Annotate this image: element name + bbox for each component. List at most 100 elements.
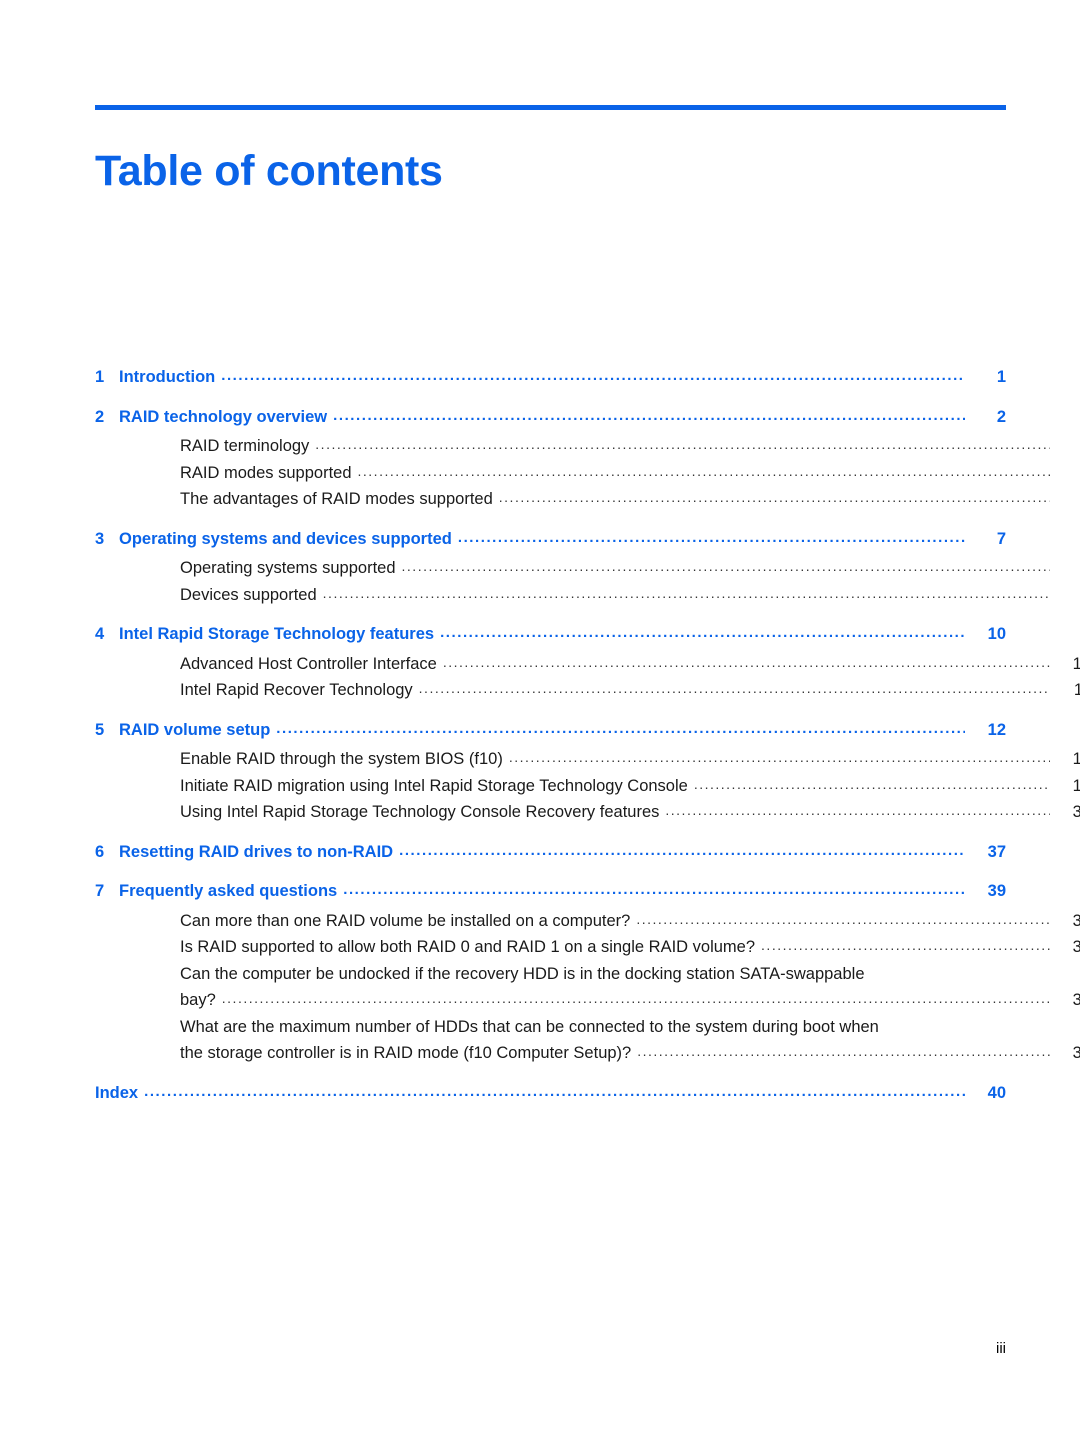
toc-leader-dots: ........................................…: [221, 991, 1050, 1005]
toc-chapter-6[interactable]: 6 Resetting RAID drives to non-RAID ....…: [95, 842, 1006, 861]
toc-section[interactable]: What are the maximum number of HDDs that…: [95, 1017, 1080, 1062]
toc-page-number: 39: [987, 882, 1006, 900]
toc-leader-dots: ........................................…: [343, 882, 965, 897]
page-folio: iii: [996, 1340, 1006, 1357]
toc-section-label: Enable RAID through the system BIOS (f10…: [180, 750, 503, 768]
toc-leader-dots: ........................................…: [399, 842, 965, 858]
toc-chapter-5[interactable]: 5 RAID volume setup ....................…: [95, 720, 1006, 739]
toc-page-number: 10: [987, 625, 1006, 643]
toc-page-number: 10: [1072, 654, 1080, 673]
toc-chapter-label: RAID volume setup: [119, 720, 271, 739]
toc-leader-dots: ........................................…: [418, 681, 1050, 695]
toc-section[interactable]: Can the computer be undocked if the reco…: [95, 964, 1080, 1009]
toc-index-label: Index: [95, 1083, 139, 1102]
toc-chapter-7[interactable]: 7 Frequently asked questions ...........…: [95, 882, 1006, 900]
toc-leader-dots: ........................................…: [498, 490, 1050, 504]
toc-page-number: 15: [1072, 776, 1080, 795]
toc-section-label: Is RAID supported to allow both RAID 0 a…: [180, 938, 756, 956]
toc-section-label-line2: the storage controller is in RAID mode (…: [180, 1044, 632, 1062]
toc-chapter-label: Introduction: [119, 368, 216, 386]
toc-section[interactable]: Advanced Host Controller Interface .....…: [95, 654, 1080, 673]
toc-page-number: 7: [1050, 560, 1080, 577]
toc-section[interactable]: Intel Rapid Recover Technology .........…: [95, 681, 1080, 699]
toc-leader-dots: ........................................…: [401, 559, 1050, 573]
toc-section-label: Intel Rapid Recover Technology: [180, 681, 413, 699]
toc-page-number: 3: [1050, 465, 1080, 482]
toc-section[interactable]: Operating systems supported ............…: [95, 559, 1080, 577]
toc-section-label: Operating systems supported: [180, 559, 396, 577]
toc-section-label: RAID terminology: [180, 437, 310, 455]
toc-page-number: 39: [1072, 1044, 1080, 1062]
toc-page-number: 34: [1072, 803, 1080, 821]
table-of-contents: 1 Introduction .........................…: [95, 368, 1080, 1102]
toc-leader-dots: ........................................…: [761, 938, 1050, 952]
toc-chapter-1[interactable]: 1 Introduction .........................…: [95, 368, 1006, 386]
toc-page-number: 1: [996, 368, 1006, 386]
toc-chapter-2[interactable]: 2 RAID technology overview .............…: [95, 407, 1006, 426]
toc-section-label: The advantages of RAID modes supported: [180, 490, 493, 508]
toc-section-label: RAID modes supported: [180, 463, 352, 482]
toc-section[interactable]: Initiate RAID migration using Intel Rapi…: [95, 776, 1080, 795]
toc-section[interactable]: Devices supported ......................…: [95, 585, 1080, 604]
toc-section[interactable]: The advantages of RAID modes supported .…: [95, 490, 1080, 508]
toc-chapter-label: Operating systems and devices supported: [119, 529, 452, 548]
toc-section[interactable]: Can more than one RAID volume be install…: [95, 911, 1080, 930]
toc-chapter-number: 7: [95, 882, 105, 900]
page-title: Table of contents: [95, 146, 443, 195]
toc-page-number: 39: [1072, 938, 1080, 956]
toc-chapter-label: Resetting RAID drives to non-RAID: [119, 842, 394, 861]
toc-leader-dots: ........................................…: [508, 750, 1050, 764]
toc-chapter-number: 5: [95, 720, 105, 739]
toc-index[interactable]: Index ..................................…: [95, 1083, 1006, 1102]
toc-chapter-number: 3: [95, 529, 105, 548]
toc-chapter-number: 2: [95, 407, 105, 426]
toc-section-label-line2: bay?: [180, 991, 216, 1009]
toc-section-label: Can more than one RAID volume be install…: [180, 911, 631, 930]
toc-chapter-label: Intel Rapid Storage Technology features: [119, 625, 435, 643]
toc-section[interactable]: Enable RAID through the system BIOS (f10…: [95, 750, 1080, 768]
toc-leader-dots: ........................................…: [457, 529, 965, 545]
toc-section[interactable]: Is RAID supported to allow both RAID 0 a…: [95, 938, 1080, 956]
toc-leader-dots: ........................................…: [322, 585, 1050, 600]
toc-page-number: 7: [1050, 587, 1080, 604]
toc-page-number: 12: [987, 720, 1006, 739]
toc-section-label: Devices supported: [180, 585, 317, 604]
toc-leader-dots: ........................................…: [221, 368, 965, 383]
toc-page-number: 6: [1050, 491, 1080, 508]
toc-chapter-4[interactable]: 4 Intel Rapid Storage Technology feature…: [95, 625, 1006, 643]
toc-leader-dots: ........................................…: [636, 911, 1050, 926]
title-divider-rule: [95, 105, 1006, 110]
toc-section-label: Initiate RAID migration using Intel Rapi…: [180, 776, 688, 795]
toc-page-number: 37: [987, 842, 1006, 861]
toc-leader-dots: ........................................…: [357, 463, 1050, 478]
toc-section[interactable]: RAID terminology .......................…: [95, 437, 1080, 455]
toc-page-number: 40: [987, 1083, 1006, 1102]
toc-page-number: 2: [996, 407, 1006, 426]
toc-page-number: 7: [996, 529, 1006, 548]
toc-leader-dots: ........................................…: [276, 720, 965, 736]
toc-page-number: 39: [1072, 911, 1080, 930]
toc-chapter-label: Frequently asked questions: [119, 882, 338, 900]
toc-leader-dots: ........................................…: [144, 1083, 965, 1099]
toc-section[interactable]: RAID modes supported ...................…: [95, 463, 1080, 482]
toc-leader-dots: ........................................…: [440, 625, 965, 640]
toc-leader-dots: ........................................…: [665, 803, 1050, 817]
toc-chapter-label: RAID technology overview: [119, 407, 328, 426]
toc-section[interactable]: Using Intel Rapid Storage Technology Con…: [95, 803, 1080, 821]
toc-section-label-line1: What are the maximum number of HDDs that…: [180, 1017, 879, 1036]
toc-section-label-line1: Can the computer be undocked if the reco…: [180, 964, 865, 983]
toc-page-number: 2: [1050, 438, 1080, 455]
document-page: Table of contents 1 Introduction .......…: [0, 0, 1080, 1437]
toc-leader-dots: ........................................…: [442, 654, 1050, 669]
toc-chapter-3[interactable]: 3 Operating systems and devices supporte…: [95, 529, 1006, 548]
toc-section-label: Advanced Host Controller Interface: [180, 654, 437, 673]
toc-leader-dots: ........................................…: [333, 407, 965, 423]
toc-chapter-number: 1: [95, 368, 105, 386]
toc-page-number: 13: [1072, 750, 1080, 768]
toc-leader-dots: ........................................…: [637, 1044, 1050, 1058]
toc-leader-dots: ........................................…: [315, 437, 1050, 451]
toc-page-number: 39: [1072, 991, 1080, 1009]
toc-section-label: Using Intel Rapid Storage Technology Con…: [180, 803, 660, 821]
toc-leader-dots: ........................................…: [693, 776, 1050, 791]
toc-chapter-number: 6: [95, 842, 105, 861]
